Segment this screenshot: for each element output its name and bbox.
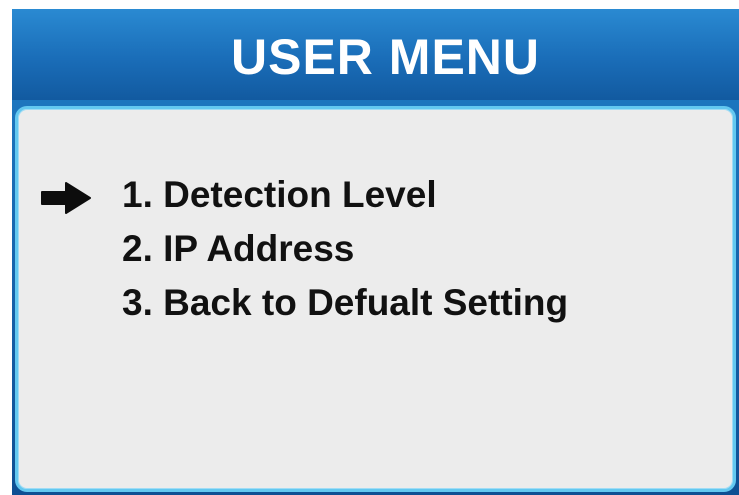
arrow-right-icon [41,182,91,214]
menu-item-detection-level[interactable]: 1. Detection Level [122,176,437,213]
menu-title: USER MENU [230,28,541,85]
menu-item-back-to-default-setting[interactable]: 3. Back to Defualt Setting [122,284,568,321]
menu-panel: 1. Detection Level 2. IP Address 3. Back… [15,106,736,492]
title-bar: USER MENU [12,9,739,100]
menu-item-ip-address[interactable]: 2. IP Address [122,230,354,267]
user-menu-screen: USER MENU 1. Detection Level 2. IP Addre… [12,9,739,495]
